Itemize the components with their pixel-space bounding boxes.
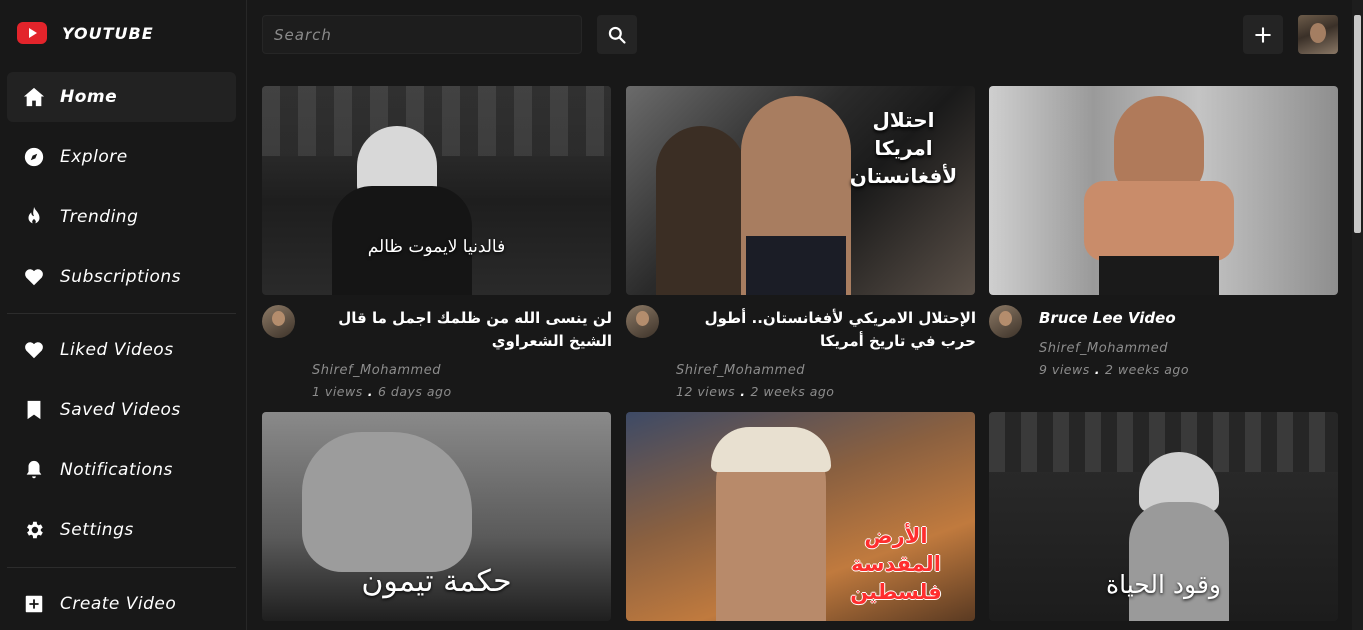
search-input[interactable] bbox=[262, 15, 582, 54]
sidebar-item-notifications[interactable]: Notifications bbox=[7, 445, 236, 495]
thumbnail-caption: الأرض المقدسة فلسطين bbox=[850, 524, 942, 604]
plus-icon bbox=[1255, 26, 1271, 43]
video-thumbnail[interactable]: وقود الحياة bbox=[989, 412, 1338, 621]
sidebar-item-saved-videos[interactable]: Saved Videos bbox=[7, 385, 236, 435]
app-logo[interactable]: YOUTUBE bbox=[17, 22, 154, 44]
thumbnail-caption: فالدنيا لايموت ظالم bbox=[367, 237, 506, 257]
video-card[interactable]: احتلال امريكا لأفغانستان الإحتلال الامري… bbox=[626, 86, 976, 399]
video-title[interactable]: Bruce Lee Video bbox=[1039, 307, 1339, 330]
sidebar-divider bbox=[7, 313, 236, 314]
sidebar-item-label: Create Video bbox=[60, 594, 177, 614]
video-card[interactable]: الأرض المقدسة فلسطين bbox=[626, 412, 975, 621]
thumbnail-caption: حكمة تيمون bbox=[361, 564, 512, 599]
view-count: 1 views bbox=[312, 384, 363, 399]
channel-name[interactable]: Shiref_Mohammed bbox=[1039, 341, 1168, 356]
sidebar-item-explore[interactable]: Explore bbox=[7, 132, 236, 182]
sidebar-item-settings[interactable]: Settings bbox=[7, 505, 236, 555]
heart-icon bbox=[20, 336, 48, 364]
search-icon bbox=[608, 26, 626, 44]
upload-age: 6 days ago bbox=[377, 384, 452, 399]
video-thumbnail[interactable]: فالدنيا لايموت ظالم bbox=[262, 86, 611, 295]
channel-avatar[interactable] bbox=[626, 305, 659, 338]
channel-avatar[interactable] bbox=[262, 305, 295, 338]
sidebar-item-label: Subscriptions bbox=[60, 267, 181, 287]
video-stats: 9 views. 2 weeks ago bbox=[1039, 362, 1189, 377]
home-icon bbox=[20, 83, 48, 111]
video-card[interactable]: وقود الحياة bbox=[989, 412, 1338, 621]
video-title[interactable]: الإحتلال الامريكي لأفغانستان.. أطول حرب … bbox=[676, 307, 976, 353]
sidebar-divider bbox=[7, 567, 236, 568]
video-thumbnail[interactable]: احتلال امريكا لأفغانستان bbox=[626, 86, 975, 295]
thumbnail-caption: احتلال امريكا لأفغانستان bbox=[849, 108, 958, 188]
sidebar-item-label: Notifications bbox=[60, 460, 173, 480]
sidebar-item-label: Settings bbox=[60, 520, 134, 540]
video-card[interactable]: Bruce Lee Video Shiref_Mohammed 9 views.… bbox=[989, 86, 1338, 395]
view-count: 12 views bbox=[676, 384, 736, 399]
gear-icon bbox=[20, 516, 48, 544]
sidebar: YOUTUBE Home Explore Trending Subscripti… bbox=[0, 0, 247, 630]
sidebar-item-label: Home bbox=[60, 87, 118, 107]
video-thumbnail[interactable] bbox=[989, 86, 1338, 295]
top-bar bbox=[247, 0, 1352, 70]
channel-name[interactable]: Shiref_Mohammed bbox=[676, 363, 805, 378]
compass-icon bbox=[20, 143, 48, 171]
video-card[interactable]: فالدنيا لايموت ظالم لن ينسى الله من ظلمك… bbox=[262, 86, 612, 399]
channel-name[interactable]: Shiref_Mohammed bbox=[312, 363, 441, 378]
video-title[interactable]: لن ينسى الله من ظلمك اجمل ما قال الشيخ ا… bbox=[312, 307, 612, 353]
channel-avatar[interactable] bbox=[989, 305, 1022, 338]
plus-square-icon bbox=[20, 590, 48, 618]
add-video-button[interactable] bbox=[1243, 15, 1283, 54]
scrollbar-thumb[interactable] bbox=[1354, 15, 1361, 233]
sidebar-item-subscriptions[interactable]: Subscriptions bbox=[7, 252, 236, 302]
view-count: 9 views bbox=[1039, 362, 1090, 377]
youtube-logo-icon bbox=[17, 22, 47, 44]
video-stats: 1 views. 6 days ago bbox=[312, 384, 452, 399]
sidebar-item-label: Trending bbox=[60, 207, 139, 227]
sidebar-item-label: Saved Videos bbox=[60, 400, 181, 420]
app-title: YOUTUBE bbox=[62, 23, 154, 43]
sidebar-item-create-video[interactable]: Create Video bbox=[7, 579, 236, 629]
sidebar-item-liked-videos[interactable]: Liked Videos bbox=[7, 325, 236, 375]
sidebar-item-home[interactable]: Home bbox=[7, 72, 236, 122]
upload-age: 2 weeks ago bbox=[1104, 362, 1189, 377]
bell-icon bbox=[20, 456, 48, 484]
video-card[interactable]: حكمة تيمون bbox=[262, 412, 611, 621]
search-button[interactable] bbox=[597, 15, 637, 54]
flame-icon bbox=[20, 203, 48, 231]
profile-avatar[interactable] bbox=[1298, 15, 1338, 54]
upload-age: 2 weeks ago bbox=[750, 384, 835, 399]
sidebar-item-label: Liked Videos bbox=[60, 340, 174, 360]
video-stats: 12 views. 2 weeks ago bbox=[676, 384, 835, 399]
bookmark-icon bbox=[20, 396, 48, 424]
video-thumbnail[interactable]: الأرض المقدسة فلسطين bbox=[626, 412, 975, 621]
heart-icon bbox=[20, 263, 48, 291]
sidebar-item-trending[interactable]: Trending bbox=[7, 192, 236, 242]
video-thumbnail[interactable]: حكمة تيمون bbox=[262, 412, 611, 621]
thumbnail-caption: وقود الحياة bbox=[1106, 570, 1221, 599]
page-scrollbar[interactable] bbox=[1352, 0, 1363, 630]
sidebar-item-label: Explore bbox=[60, 147, 128, 167]
